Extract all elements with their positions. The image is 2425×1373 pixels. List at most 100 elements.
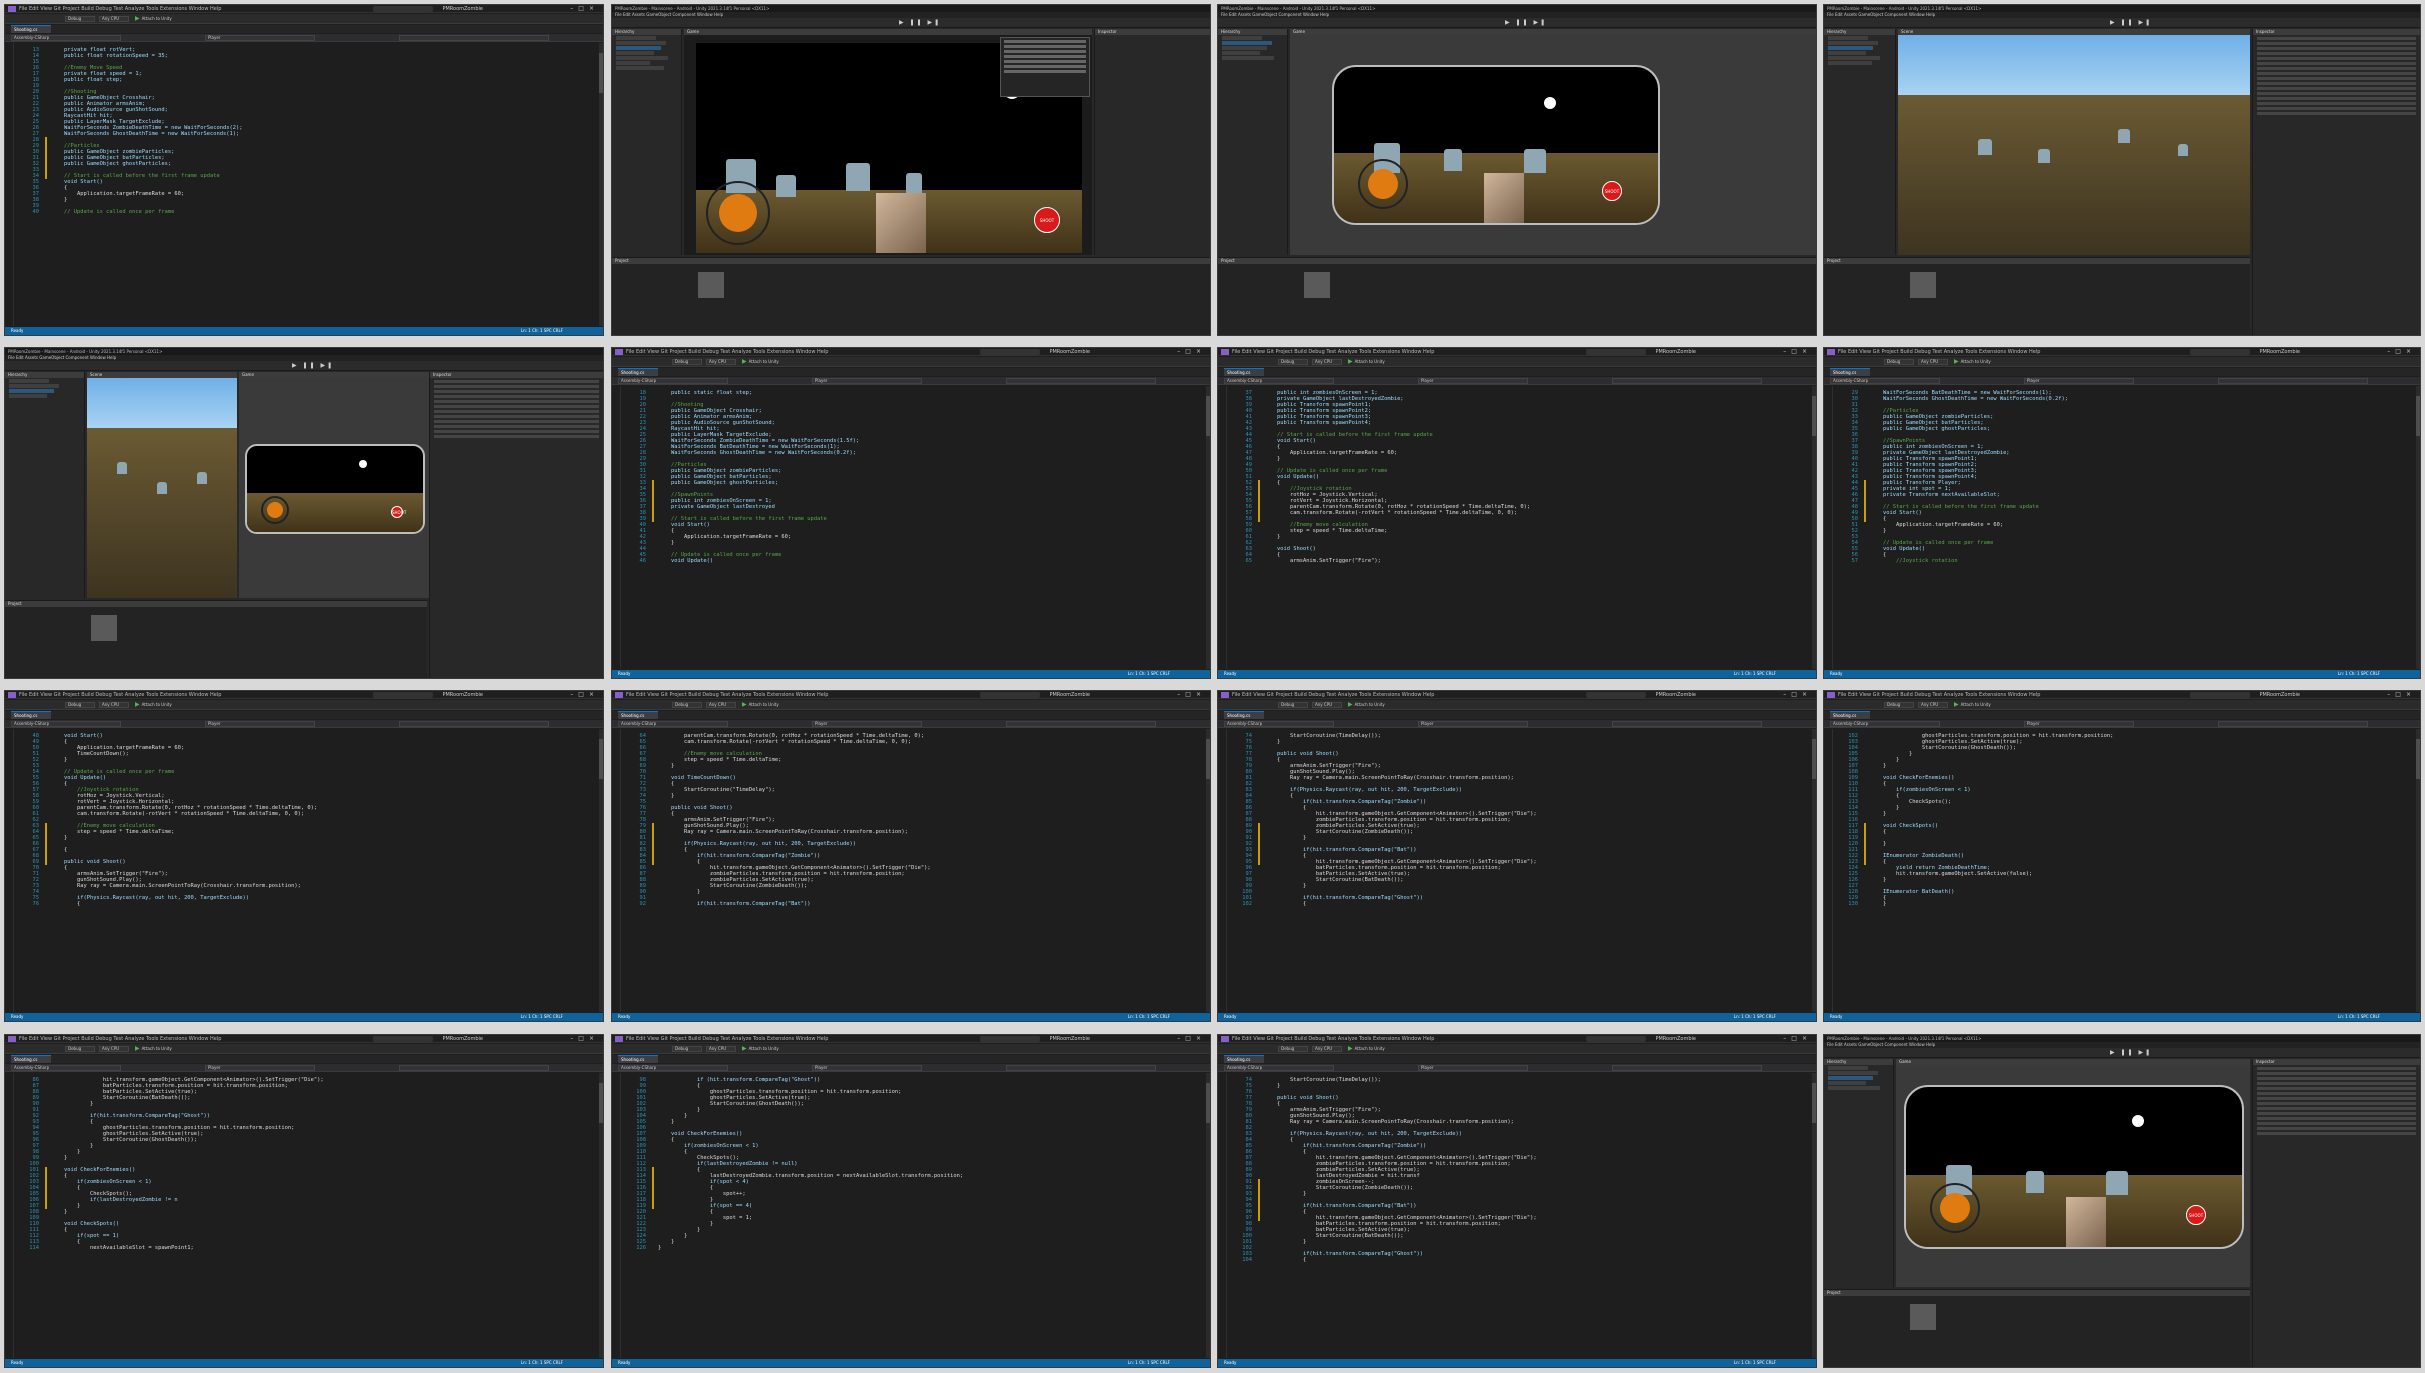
code-editor[interactable]: 102 103 104 105 106 107 108 109 110 111 112 113 114 1… — [1824, 729, 2416, 1012]
code-text[interactable]: void Start() { Application.targetFrameRa… — [51, 733, 317, 907]
member-dropdown[interactable] — [1006, 1065, 1156, 1071]
config-dropdown[interactable]: Debug — [1278, 359, 1308, 365]
assembly-dropdown[interactable]: Assembly-CSharp — [1830, 378, 1940, 384]
class-dropdown[interactable]: Player — [2024, 378, 2134, 384]
editor-scrollbar[interactable] — [1812, 729, 1816, 1012]
play-controls-icon[interactable]: ▶ ❚❚ ▶❚ — [2110, 20, 2152, 26]
editor-scrollbar[interactable] — [1812, 386, 1816, 669]
code-text[interactable]: WaitForSeconds BatDeathTime = new WaitFo… — [1870, 390, 2068, 564]
platform-dropdown[interactable]: Any CPU — [706, 1046, 736, 1052]
attach-unity-button[interactable]: ▶ Attach to Unity — [1348, 359, 1385, 365]
tab-shooting-cs[interactable]: Shooting.cs — [618, 368, 658, 376]
search-input[interactable] — [373, 692, 433, 698]
platform-dropdown[interactable]: Any CPU — [1312, 1046, 1342, 1052]
scene-view[interactable]: Scene — [1898, 29, 2250, 255]
code-text[interactable]: public int zombiesOnScreen = 1; private … — [1264, 390, 1530, 564]
asset-thumbnail[interactable] — [698, 272, 724, 298]
code-editor[interactable]: 64 65 66 67 68 69 70 71 72 73 74 75 76 77 78 79 80 81 82 83… — [612, 729, 1206, 1012]
platform-dropdown[interactable]: Any CPU — [1918, 359, 1948, 365]
attach-unity-button[interactable]: ▶ Attach to Unity — [1348, 1046, 1385, 1052]
assembly-dropdown[interactable]: Assembly-CSharp — [618, 721, 728, 727]
vs-menu-bar[interactable]: File Edit View Git Project Build Debug T… — [1232, 691, 1434, 699]
platform-dropdown[interactable]: Any CPU — [1918, 702, 1948, 708]
game-view[interactable]: Game SHOOT — [1290, 29, 1816, 255]
editor-scrollbar[interactable] — [2416, 386, 2420, 669]
vs-menu-bar[interactable]: File Edit View Git Project Build Debug T… — [626, 1035, 828, 1043]
tab-shooting-cs[interactable]: Shooting.cs — [11, 25, 51, 33]
editor-scrollbar[interactable] — [1206, 729, 1210, 1012]
platform-dropdown[interactable]: Any CPU — [706, 702, 736, 708]
config-dropdown[interactable]: Debug — [672, 359, 702, 365]
code-editor[interactable]: 48 49 50 51 52 53 54 55 56 57 58 59 60 61 62 63 64 65 66 67… — [5, 729, 599, 1012]
search-input[interactable] — [2190, 692, 2250, 698]
code-text[interactable]: if (hit.transform.CompareTag("Ghost")) {… — [658, 1077, 963, 1251]
editor-scrollbar[interactable] — [1812, 1073, 1816, 1358]
vs-menu-bar[interactable]: File Edit View Git Project Build Debug T… — [19, 5, 221, 13]
member-dropdown[interactable] — [399, 1065, 549, 1071]
tab-shooting-cs[interactable]: Shooting.cs — [1830, 711, 1870, 719]
asset-thumbnail[interactable] — [1304, 272, 1330, 298]
asset-thumbnail[interactable] — [91, 615, 117, 641]
scene-view[interactable]: Scene — [87, 372, 237, 598]
member-dropdown[interactable] — [1006, 378, 1156, 384]
window-controls-icon[interactable]: –□× — [1783, 1035, 1812, 1043]
editor-scrollbar[interactable] — [599, 1073, 603, 1358]
joystick-icon[interactable] — [706, 181, 770, 245]
class-dropdown[interactable]: Player — [812, 721, 922, 727]
tab-shooting-cs[interactable]: Shooting.cs — [1830, 368, 1870, 376]
attach-unity-button[interactable]: ▶ Attach to Unity — [1954, 702, 1991, 708]
class-dropdown[interactable]: Player — [205, 1065, 315, 1071]
joystick-icon[interactable] — [1358, 159, 1408, 209]
vs-menu-bar[interactable]: File Edit View Git Project Build Debug T… — [19, 691, 221, 699]
editor-scrollbar[interactable] — [1206, 1073, 1210, 1358]
code-editor[interactable]: 74 75 76 77 78 79 80 81 82 83 84 85 86 87 88 89 90 91 92 93… — [1218, 729, 1812, 1012]
member-dropdown[interactable] — [2218, 378, 2368, 384]
assembly-dropdown[interactable]: Assembly-CSharp — [11, 1065, 121, 1071]
search-input[interactable] — [2190, 349, 2250, 355]
assembly-dropdown[interactable]: Assembly-CSharp — [1224, 378, 1334, 384]
class-dropdown[interactable]: Player — [205, 35, 315, 41]
member-dropdown[interactable] — [1612, 378, 1762, 384]
search-input[interactable] — [980, 1036, 1040, 1042]
class-dropdown[interactable]: Player — [1418, 721, 1528, 727]
window-controls-icon[interactable]: –□× — [570, 5, 599, 13]
class-dropdown[interactable]: Player — [812, 1065, 922, 1071]
window-controls-icon[interactable]: –□× — [570, 1035, 599, 1043]
assembly-dropdown[interactable]: Assembly-CSharp — [1830, 721, 1940, 727]
tab-shooting-cs[interactable]: Shooting.cs — [11, 1055, 51, 1063]
code-editor[interactable]: 18 19 20 21 22 23 24 25 26 27 28 29 30 31 32 33 34 35 36 37… — [612, 386, 1206, 669]
vs-menu-bar[interactable]: File Edit View Git Project Build Debug T… — [1838, 691, 2040, 699]
member-dropdown[interactable] — [1612, 721, 1762, 727]
config-dropdown[interactable]: Debug — [672, 702, 702, 708]
config-dropdown[interactable]: Debug — [1884, 359, 1914, 365]
member-dropdown[interactable] — [1006, 721, 1156, 727]
platform-dropdown[interactable]: Any CPU — [99, 702, 129, 708]
code-text[interactable]: StartCoroutine(TimeDelay()); } public vo… — [1264, 1077, 1537, 1263]
vs-menu-bar[interactable]: File Edit View Git Project Build Debug T… — [1838, 348, 2040, 356]
window-controls-icon[interactable]: –□× — [2387, 348, 2416, 356]
game-tab[interactable]: Game — [1290, 29, 1816, 35]
code-editor[interactable]: 13 14 15 16 17 18 19 20 21 22 23 24 25 26 27 28 29 30 31 32… — [5, 43, 599, 326]
config-dropdown[interactable]: Debug — [672, 1046, 702, 1052]
code-editor[interactable]: 37 38 39 40 41 42 43 44 45 46 47 48 49 50 51 52 53 54 55 56… — [1218, 386, 1812, 669]
config-dropdown[interactable]: Debug — [1278, 1046, 1308, 1052]
attach-unity-button[interactable]: ▶ Attach to Unity — [1348, 702, 1385, 708]
window-controls-icon[interactable]: –□× — [1177, 348, 1206, 356]
class-dropdown[interactable]: Player — [205, 721, 315, 727]
shoot-button[interactable]: SHOOT — [2186, 1205, 2206, 1225]
vs-menu-bar[interactable]: File Edit View Git Project Build Debug T… — [626, 348, 828, 356]
member-dropdown[interactable] — [1612, 1065, 1762, 1071]
window-controls-icon[interactable]: –□× — [1783, 691, 1812, 699]
assembly-dropdown[interactable]: Assembly-CSharp — [618, 1065, 728, 1071]
config-dropdown[interactable]: Debug — [1278, 702, 1308, 708]
code-editor[interactable]: 98 99 100 101 102 103 104 105 106 107 108 109 110 111… — [612, 1073, 1206, 1358]
editor-scrollbar[interactable] — [2416, 729, 2420, 1012]
assembly-dropdown[interactable]: Assembly-CSharp — [1224, 721, 1334, 727]
attach-unity-button[interactable]: ▶ Attach to Unity — [135, 1046, 172, 1052]
window-controls-icon[interactable]: –□× — [570, 691, 599, 699]
attach-unity-button[interactable]: ▶ Attach to Unity — [742, 702, 779, 708]
config-dropdown[interactable]: Debug — [65, 1046, 95, 1052]
editor-scrollbar[interactable] — [599, 729, 603, 1012]
shoot-button[interactable]: SHOOT — [1602, 181, 1622, 201]
member-dropdown[interactable] — [399, 721, 549, 727]
